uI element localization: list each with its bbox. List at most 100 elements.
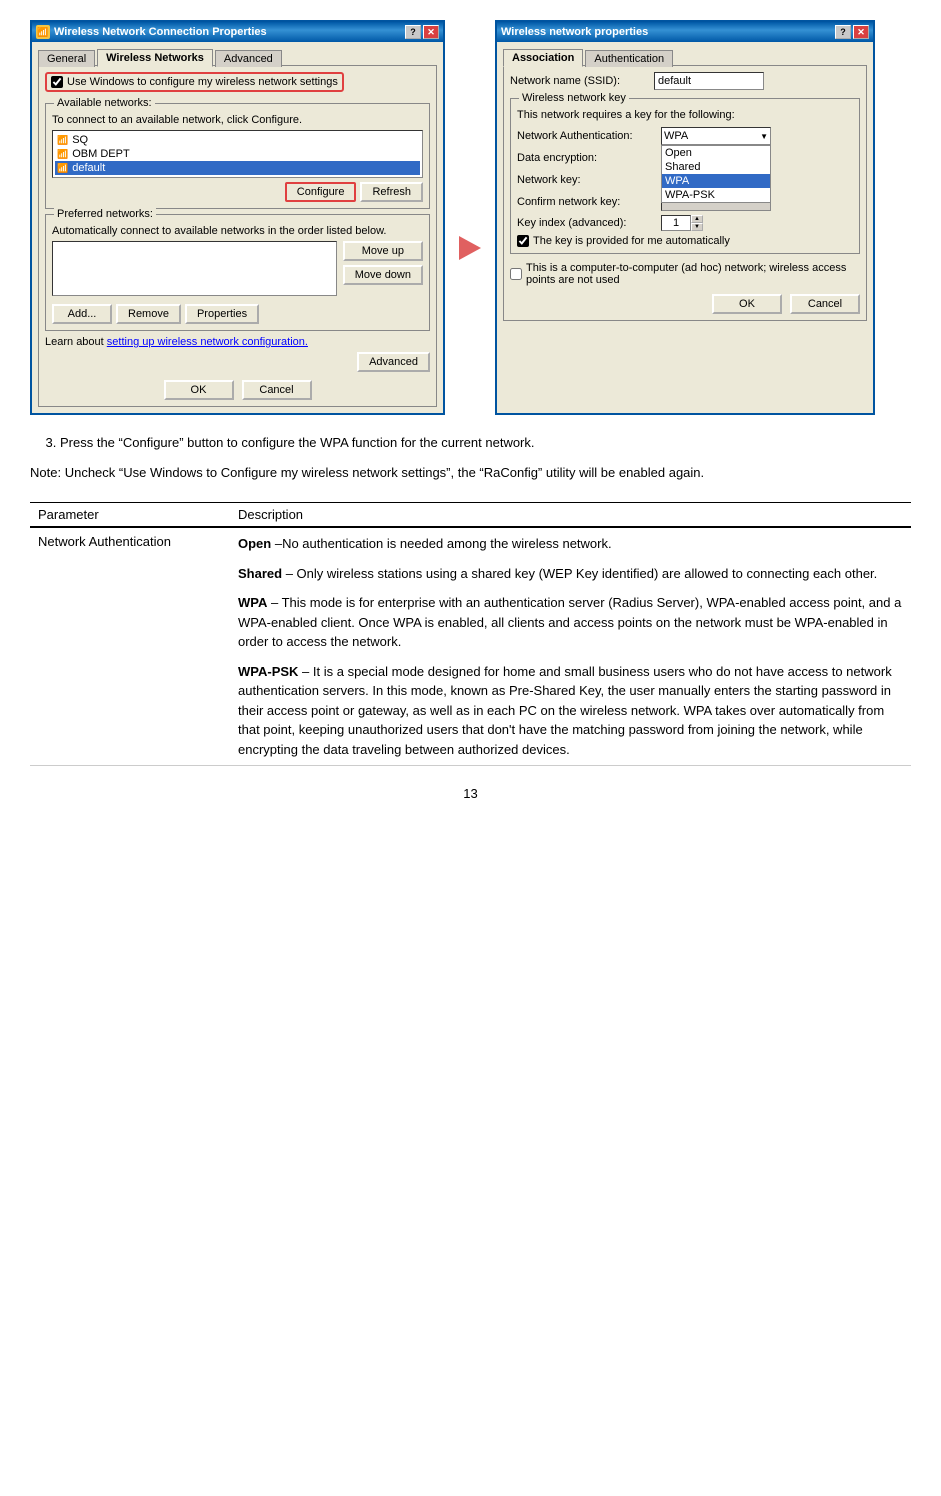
adhoc-row: This is a computer-to-computer (ad hoc) …: [510, 262, 860, 286]
network-name-input[interactable]: [654, 72, 764, 90]
option-shared[interactable]: Shared: [662, 160, 770, 174]
learn-about-text: Learn about: [45, 336, 104, 348]
available-networks-buttons: Configure Refresh: [52, 182, 423, 202]
note-container: Note: Uncheck “Use Windows to Configure …: [30, 463, 911, 483]
dialog1-title: Wireless Network Connection Properties: [54, 26, 267, 38]
dialog1-help-btn[interactable]: ?: [405, 25, 421, 39]
available-networks-list: 📶 SQ 📶 OBM DEPT 📶 default: [52, 130, 423, 178]
key-index-input[interactable]: [661, 215, 691, 231]
dialog2-title: Wireless network properties: [501, 26, 648, 38]
network-item-obm[interactable]: 📶 OBM DEPT: [55, 147, 420, 161]
preferred-networks-title: Preferred networks:: [54, 208, 156, 220]
wireless-key-title: Wireless network key: [519, 92, 629, 104]
dialog2-close-btn[interactable]: ✕: [853, 25, 869, 39]
dialog2-ok-button[interactable]: OK: [712, 294, 782, 314]
dialog1-body: General Wireless Networks Advanced Use W…: [32, 42, 443, 413]
term-wpa: WPA: [238, 595, 267, 610]
network-item-default[interactable]: 📶 default: [55, 161, 420, 175]
dialog1-close-btn[interactable]: ✕: [423, 25, 439, 39]
use-windows-label: Use Windows to configure my wireless net…: [67, 76, 338, 88]
available-networks-group: Available networks: To connect to an ava…: [45, 103, 430, 209]
param-name-cell: Network Authentication: [30, 527, 230, 766]
option-wpapsk[interactable]: WPA-PSK: [662, 188, 770, 202]
parameter-table: Parameter Description Network Authentica…: [30, 502, 911, 766]
dialog2-body: Association Authentication Network name …: [497, 42, 873, 327]
desc-shared: Shared – Only wireless stations using a …: [238, 564, 903, 584]
data-enc-label: Data encryption:: [517, 152, 657, 164]
dialog2-help-btn[interactable]: ?: [835, 25, 851, 39]
network-auth-dropdown-btn[interactable]: WPA ▼: [661, 127, 771, 145]
network-key-label: Network key:: [517, 174, 657, 186]
key-index-spinner: ▲ ▼: [661, 215, 703, 231]
tab-advanced-dialog1[interactable]: Advanced: [215, 50, 282, 67]
remove-button[interactable]: Remove: [116, 304, 181, 324]
advanced-btn-container: Advanced: [45, 352, 430, 372]
term-shared: Shared: [238, 566, 282, 581]
spinner-down-btn[interactable]: ▼: [691, 223, 703, 231]
tab-association[interactable]: Association: [503, 49, 583, 67]
term-wpapsk: WPA-PSK: [238, 664, 298, 679]
term-open: Open: [238, 536, 271, 551]
dialog1-icon: 📶: [36, 25, 50, 39]
note-text: Uncheck “Use Windows to Configure my wir…: [65, 465, 704, 480]
network-name-row: Network name (SSID):: [510, 72, 860, 90]
right-arrow-icon: [459, 236, 481, 260]
network-auth-dropdown[interactable]: WPA ▼ Open Shared WPA WPA-PSK: [661, 127, 771, 145]
param-desc-cell: Open –No authentication is needed among …: [230, 527, 911, 766]
wifi-icon-default: 📶: [57, 163, 68, 174]
network-auth-label: Network Authentication:: [517, 130, 657, 142]
add-button[interactable]: Add...: [52, 304, 112, 324]
dialog1-tab-content: Use Windows to configure my wireless net…: [38, 65, 437, 407]
page-number: 13: [30, 786, 911, 801]
network-name-label: Network name (SSID):: [510, 75, 650, 87]
dialog2-titlebar: Wireless network properties ? ✕: [497, 22, 873, 42]
key-index-row: Key index (advanced): ▲ ▼: [517, 215, 853, 231]
desc-col-header: Description: [230, 503, 911, 528]
option-wpa[interactable]: WPA: [662, 174, 770, 188]
preferred-networks-list: [52, 241, 337, 296]
desc-wpa: WPA – This mode is for enterprise with a…: [238, 593, 903, 652]
preferred-networks-bottom-btns: Add... Remove Properties: [52, 304, 423, 324]
properties-button[interactable]: Properties: [185, 304, 259, 324]
table-row-network-auth: Network Authentication Open –No authenti…: [30, 527, 911, 766]
move-up-button[interactable]: Move up: [343, 241, 423, 261]
move-down-button[interactable]: Move down: [343, 265, 423, 285]
tab-wireless-networks[interactable]: Wireless Networks: [97, 49, 213, 67]
network-auth-dropdown-list: Open Shared WPA WPA-PSK: [661, 145, 771, 203]
spinner-up-btn[interactable]: ▲: [691, 215, 703, 223]
text-shared: – Only wireless stations using a shared …: [282, 566, 877, 581]
tab-authentication[interactable]: Authentication: [585, 50, 673, 67]
wireless-key-group: Wireless network key This network requir…: [510, 98, 860, 254]
use-windows-checkbox[interactable]: [51, 76, 63, 88]
dialog1-ok-button[interactable]: OK: [164, 380, 234, 400]
available-networks-title: Available networks:: [54, 97, 155, 109]
arrow-container: [455, 80, 485, 415]
auto-key-checkbox[interactable]: [517, 235, 529, 247]
wireless-key-subtitle: This network requires a key for the foll…: [517, 109, 853, 121]
network-auth-row: Network Authentication: WPA ▼ Open Share…: [517, 127, 853, 145]
option-open[interactable]: Open: [662, 146, 770, 160]
dialog1-cancel-button[interactable]: Cancel: [242, 380, 312, 400]
network-name-obm: OBM DEPT: [72, 148, 129, 160]
learn-about-container: Learn about setting up wireless network …: [45, 336, 430, 348]
text-open: –No authentication is needed among the w…: [271, 536, 611, 551]
available-networks-subtitle: To connect to an available network, clic…: [52, 114, 423, 126]
learn-about-link[interactable]: setting up wireless network configuratio…: [107, 336, 308, 348]
dialog2-footer: OK Cancel: [510, 294, 860, 314]
auto-key-label: The key is provided for me automatically: [533, 235, 730, 247]
preferred-networks-group: Preferred networks: Automatically connec…: [45, 214, 430, 331]
step-3: Press the “Configure” button to configur…: [60, 433, 911, 453]
refresh-button[interactable]: Refresh: [360, 182, 423, 202]
configure-button[interactable]: Configure: [285, 182, 357, 202]
network-item-sq[interactable]: 📶 SQ: [55, 133, 420, 147]
key-index-label: Key index (advanced):: [517, 217, 657, 229]
dialog1-titlebar: 📶 Wireless Network Connection Properties…: [32, 22, 443, 42]
adhoc-checkbox[interactable]: [510, 268, 522, 280]
advanced-button[interactable]: Advanced: [357, 352, 430, 372]
adhoc-label: This is a computer-to-computer (ad hoc) …: [526, 262, 860, 286]
network-auth-selected: WPA: [664, 130, 688, 142]
tab-general[interactable]: General: [38, 50, 95, 67]
dialog2-cancel-button[interactable]: Cancel: [790, 294, 860, 314]
auto-key-row: The key is provided for me automatically: [517, 235, 853, 247]
wifi-icon-obm: 📶: [57, 149, 68, 160]
